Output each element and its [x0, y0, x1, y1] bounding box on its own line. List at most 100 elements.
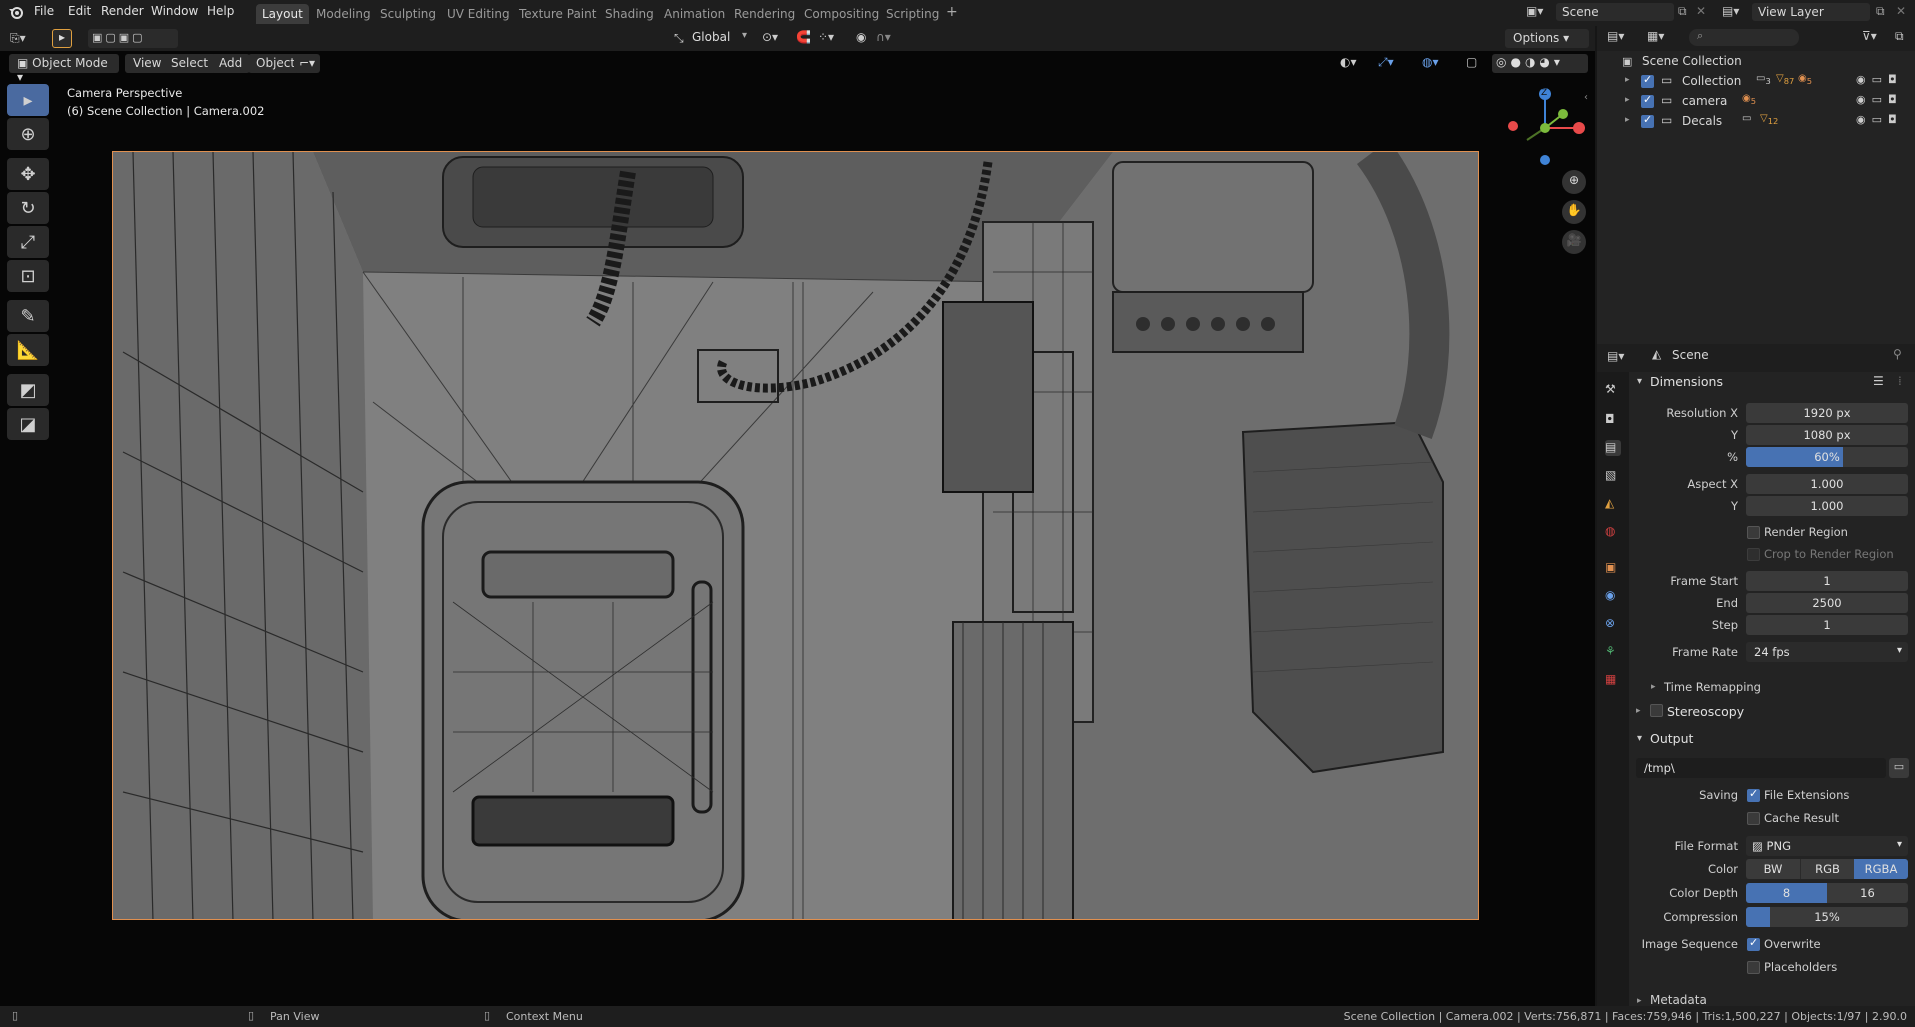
- move-tool-icon[interactable]: ✥: [7, 158, 49, 190]
- tab-compositing[interactable]: Compositing: [798, 4, 885, 24]
- zoom-icon[interactable]: ⊕: [1562, 170, 1586, 194]
- color-bw-button[interactable]: BW: [1746, 859, 1800, 879]
- monitor-icon[interactable]: ▭: [1872, 113, 1888, 126]
- delete-view-layer-icon[interactable]: ✕: [1896, 4, 1906, 18]
- color-depth-8-button[interactable]: 8: [1746, 883, 1827, 903]
- eye-icon[interactable]: ◉: [1856, 113, 1872, 126]
- shading-mode-buttons[interactable]: ◎●◑◕▾: [1492, 54, 1588, 73]
- menu-window[interactable]: Window: [151, 4, 198, 18]
- camera-view-icon[interactable]: 🎥: [1562, 230, 1586, 254]
- collection-checkbox[interactable]: [1641, 73, 1654, 88]
- dimensions-header[interactable]: Dimensions: [1650, 374, 1723, 389]
- monitor-icon[interactable]: ▭: [1872, 93, 1888, 106]
- tab-rendering[interactable]: Rendering: [728, 4, 801, 24]
- expand-arrow-icon[interactable]: ▸: [1636, 706, 1641, 716]
- tab-animation[interactable]: Animation: [658, 4, 731, 24]
- add-menu[interactable]: Add: [211, 54, 251, 73]
- expand-arrow-icon[interactable]: ▸: [1625, 75, 1630, 85]
- measure-tool-icon[interactable]: 📐: [7, 334, 49, 366]
- tab-modeling[interactable]: Modeling: [310, 4, 377, 24]
- time-remapping-header[interactable]: Time Remapping: [1664, 680, 1761, 694]
- outliner-root-label[interactable]: Scene Collection: [1642, 54, 1742, 68]
- frame-start-field[interactable]: 1: [1746, 571, 1908, 591]
- eye-icon[interactable]: ◉: [1856, 93, 1872, 106]
- collapse-arrow-icon[interactable]: ▾: [1637, 733, 1642, 744]
- options-dropdown[interactable]: Options ▾: [1505, 29, 1589, 48]
- camera-icon[interactable]: ◘: [1888, 93, 1903, 106]
- proportional-edit-icon[interactable]: ◉: [856, 30, 866, 44]
- rotate-tool-icon[interactable]: ↻: [7, 192, 49, 224]
- annotate-tool-icon[interactable]: ✎: [7, 300, 49, 332]
- mode-dropdown[interactable]: ▣ Object Mode ▾: [9, 54, 119, 84]
- cursor-tool-icon[interactable]: ⊕: [7, 118, 49, 150]
- expand-arrow-icon[interactable]: ▸: [1651, 682, 1656, 692]
- outliner-item-collection[interactable]: Collection: [1682, 74, 1741, 88]
- decals-checkbox[interactable]: [1641, 113, 1654, 128]
- tab-texture-paint[interactable]: Texture Paint: [513, 4, 602, 24]
- visibility-icon[interactable]: ◐▾: [1340, 55, 1357, 69]
- stereoscopy-checkbox[interactable]: [1650, 704, 1663, 717]
- resolution-x-field[interactable]: 1920 px: [1746, 403, 1908, 423]
- tab-scripting[interactable]: Scripting: [880, 4, 945, 24]
- select-menu[interactable]: Select: [163, 54, 217, 73]
- add-object-tool-icon[interactable]: ◪: [7, 408, 49, 440]
- expand-arrow-icon[interactable]: ▸: [1625, 95, 1630, 105]
- camera-icon[interactable]: ◘: [1888, 73, 1903, 86]
- restriction-toggles[interactable]: ◉▭◘: [1856, 73, 1903, 86]
- cache-result-checkbox[interactable]: [1747, 812, 1760, 825]
- pan-hand-icon[interactable]: ✋: [1562, 200, 1586, 224]
- new-scene-icon[interactable]: ⧉: [1678, 4, 1687, 19]
- scene-selector-icon[interactable]: ▣▾: [1526, 4, 1543, 18]
- blender-logo-icon[interactable]: [8, 4, 24, 20]
- resolution-y-field[interactable]: 1080 px: [1746, 425, 1908, 445]
- new-view-layer-icon[interactable]: ⧉: [1876, 4, 1885, 19]
- collapse-arrow-icon[interactable]: ▾: [1637, 376, 1642, 387]
- color-rgba-button[interactable]: RGBA: [1854, 859, 1908, 879]
- frame-step-field[interactable]: 1: [1746, 615, 1908, 635]
- resolution-percent-slider[interactable]: 60%: [1746, 447, 1908, 467]
- navigation-gizmo[interactable]: [1505, 86, 1585, 166]
- output-path-input[interactable]: /tmp\: [1636, 758, 1886, 778]
- gizmo-toggle-icon[interactable]: ⤢▾: [1378, 55, 1394, 70]
- outliner-editor-type-icon[interactable]: ▤▾: [1607, 29, 1624, 43]
- file-format-dropdown[interactable]: ▨ PNG ▾: [1746, 836, 1908, 856]
- add-workspace-icon[interactable]: +: [946, 4, 958, 20]
- menu-file[interactable]: File: [34, 4, 54, 18]
- menu-edit[interactable]: Edit: [68, 4, 91, 18]
- frame-end-field[interactable]: 2500: [1746, 593, 1908, 613]
- pivot-point-icon[interactable]: ⊙▾: [762, 30, 778, 44]
- add-cube-tool-icon[interactable]: ◩: [7, 374, 49, 406]
- menu-help[interactable]: Help: [207, 4, 234, 18]
- render-region-checkbox[interactable]: [1747, 526, 1760, 539]
- placeholders-checkbox[interactable]: [1747, 961, 1760, 974]
- new-collection-icon[interactable]: ⧉: [1895, 29, 1904, 44]
- overwrite-checkbox[interactable]: [1747, 936, 1760, 951]
- outliner-item-camera[interactable]: camera: [1682, 94, 1727, 108]
- scale-tool-icon[interactable]: ⤢: [7, 226, 49, 258]
- delete-scene-icon[interactable]: ✕: [1696, 4, 1706, 18]
- metadata-header[interactable]: Metadata: [1650, 993, 1707, 1007]
- expand-arrow-icon[interactable]: ▸: [1637, 996, 1642, 1006]
- sidebar-toggle-icon[interactable]: ‹: [1584, 92, 1588, 103]
- color-depth-16-button[interactable]: 16: [1827, 883, 1908, 903]
- monitor-icon[interactable]: ▭: [1872, 73, 1888, 86]
- menu-render[interactable]: Render: [101, 4, 144, 18]
- world-tab-icon[interactable]: ◍: [1605, 524, 1621, 540]
- falloff-icon[interactable]: ∩▾: [876, 30, 891, 44]
- view-layer-field[interactable]: View Layer: [1752, 3, 1870, 21]
- eye-icon[interactable]: ◉: [1856, 73, 1872, 86]
- selection-mode-buttons[interactable]: ▣▢▣▢: [88, 29, 178, 48]
- aspect-x-field[interactable]: 1.000: [1746, 474, 1908, 494]
- tab-uv-editing[interactable]: UV Editing: [441, 4, 516, 24]
- editor-type-icon[interactable]: ⎘▾: [10, 31, 26, 46]
- restriction-toggles[interactable]: ◉▭◘: [1856, 113, 1903, 126]
- select-tool-icon[interactable]: ▸: [52, 29, 72, 48]
- color-rgb-button[interactable]: RGB: [1800, 859, 1854, 879]
- tab-layout[interactable]: Layout: [256, 4, 309, 24]
- stereoscopy-header[interactable]: Stereoscopy: [1667, 704, 1744, 719]
- restriction-toggles[interactable]: ◉▭◘: [1856, 93, 1903, 106]
- crop-region-checkbox[interactable]: [1747, 548, 1760, 561]
- tool-tab-icon[interactable]: ⚒: [1605, 382, 1621, 398]
- pin-icon[interactable]: ⚲: [1893, 347, 1902, 361]
- outliner-item-decals[interactable]: Decals: [1682, 114, 1722, 128]
